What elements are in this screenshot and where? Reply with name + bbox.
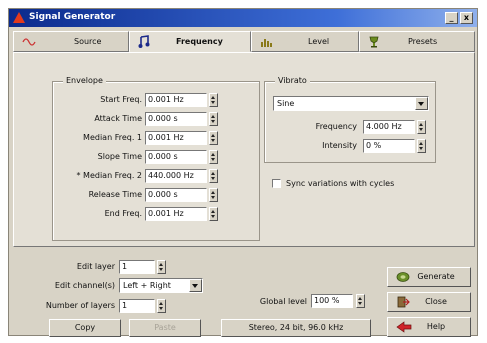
audio-format-button[interactable]: Stereo, 24 bit, 96.0 kHz xyxy=(221,319,371,337)
edit-channels-select[interactable]: Left + Right xyxy=(119,278,203,293)
edit-channels-label: Edit channel(s) xyxy=(54,281,115,290)
global-level-stepper[interactable] xyxy=(356,294,365,308)
frequency-panel: Envelope Start Freq. 0.001 Hz Attack Tim… xyxy=(13,52,475,247)
vibrato-intensity-field[interactable]: 0 % xyxy=(363,139,415,153)
envelope-group-label: Envelope xyxy=(63,76,106,85)
chevron-down-icon[interactable] xyxy=(189,279,202,292)
chevron-down-icon[interactable] xyxy=(415,97,428,110)
start-freq-field[interactable]: 0.001 Hz xyxy=(145,93,207,107)
sine-wave-icon xyxy=(22,38,36,46)
release-time-stepper[interactable] xyxy=(209,188,218,202)
envelope-group: Envelope Start Freq. 0.001 Hz Attack Tim… xyxy=(52,76,260,241)
edit-layer-field[interactable]: 1 xyxy=(119,260,155,274)
window-title: Signal Generator xyxy=(29,12,116,22)
vibrato-waveform-value: Sine xyxy=(277,99,295,108)
vibrato-waveform-select[interactable]: Sine xyxy=(273,96,429,111)
sync-variations-label: Sync variations with cycles xyxy=(286,179,395,188)
exit-door-icon xyxy=(397,296,410,308)
median-freq-1-stepper[interactable] xyxy=(209,131,218,145)
tab-bar: Source Frequency Level Presets xyxy=(13,31,475,53)
vibrato-intensity-stepper[interactable] xyxy=(417,139,426,153)
edit-layer-stepper[interactable] xyxy=(157,260,166,274)
generate-icon xyxy=(396,272,410,282)
end-freq-label: End Freq. xyxy=(104,209,142,218)
generate-button[interactable]: Generate xyxy=(387,267,471,287)
number-of-layers-label: Number of layers xyxy=(45,301,115,310)
tab-level[interactable]: Level xyxy=(251,31,359,52)
minimize-button[interactable]: _ xyxy=(445,12,458,24)
tab-level-label: Level xyxy=(308,37,330,46)
vibrato-intensity-label: Intensity xyxy=(322,141,357,150)
level-bars-icon xyxy=(261,39,272,47)
sync-variations-checkbox[interactable] xyxy=(272,179,281,188)
number-of-layers-stepper[interactable] xyxy=(157,299,166,313)
paste-button[interactable]: Paste xyxy=(129,319,201,337)
app-icon xyxy=(13,12,25,23)
end-freq-stepper[interactable] xyxy=(209,207,218,221)
vibrato-group-label: Vibrato xyxy=(275,76,310,85)
help-arrow-icon xyxy=(396,321,412,333)
vibrato-group: Vibrato Sine Frequency 4.000 Hz Intensit… xyxy=(264,76,436,163)
end-freq-field[interactable]: 0.001 Hz xyxy=(145,207,207,221)
copy-button[interactable]: Copy xyxy=(49,319,121,337)
slope-time-label: Slope Time xyxy=(97,152,142,161)
presets-icon xyxy=(369,36,379,48)
start-freq-label: Start Freq. xyxy=(100,95,142,104)
attack-time-label: Attack Time xyxy=(94,114,142,123)
signal-generator-window: Signal Generator _ x Source Frequency Le… xyxy=(8,8,478,337)
global-level-field[interactable]: 100 % xyxy=(311,294,353,308)
slope-time-field[interactable]: 0.000 s xyxy=(145,150,207,164)
median-freq-2-stepper[interactable] xyxy=(209,169,218,183)
help-label: Help xyxy=(426,322,446,331)
tab-frequency[interactable]: Frequency xyxy=(129,31,251,52)
median-freq-1-label: Median Freq. 1 xyxy=(83,133,142,142)
title-bar[interactable]: Signal Generator _ x xyxy=(9,9,477,27)
close-label: Close xyxy=(425,297,447,306)
median-freq-2-field[interactable]: 440.000 Hz xyxy=(145,169,207,183)
vibrato-frequency-stepper[interactable] xyxy=(417,120,426,134)
generate-label: Generate xyxy=(417,272,455,281)
release-time-label: Release Time xyxy=(88,190,142,199)
music-note-icon xyxy=(138,35,150,48)
edit-layer-label: Edit layer xyxy=(76,262,115,271)
edit-channels-value: Left + Right xyxy=(123,281,171,290)
attack-time-stepper[interactable] xyxy=(209,112,218,126)
median-freq-1-field[interactable]: 0.001 Hz xyxy=(145,131,207,145)
vibrato-frequency-label: Frequency xyxy=(315,122,357,131)
start-freq-stepper[interactable] xyxy=(209,93,218,107)
tab-source[interactable]: Source xyxy=(13,31,129,52)
help-button[interactable]: Help xyxy=(387,317,471,337)
global-level-label: Global level xyxy=(259,297,307,306)
vibrato-frequency-field[interactable]: 4.000 Hz xyxy=(363,120,415,134)
tab-presets[interactable]: Presets xyxy=(359,31,475,52)
tab-frequency-label: Frequency xyxy=(176,37,223,46)
close-button[interactable]: Close xyxy=(387,292,471,312)
release-time-field[interactable]: 0.000 s xyxy=(145,188,207,202)
slope-time-stepper[interactable] xyxy=(209,150,218,164)
tab-source-label: Source xyxy=(74,37,102,46)
median-freq-2-label: * Median Freq. 2 xyxy=(76,171,143,180)
number-of-layers-field[interactable]: 1 xyxy=(119,299,155,313)
tab-presets-label: Presets xyxy=(408,37,438,46)
attack-time-field[interactable]: 0.000 s xyxy=(145,112,207,126)
close-window-button[interactable]: x xyxy=(460,12,473,24)
